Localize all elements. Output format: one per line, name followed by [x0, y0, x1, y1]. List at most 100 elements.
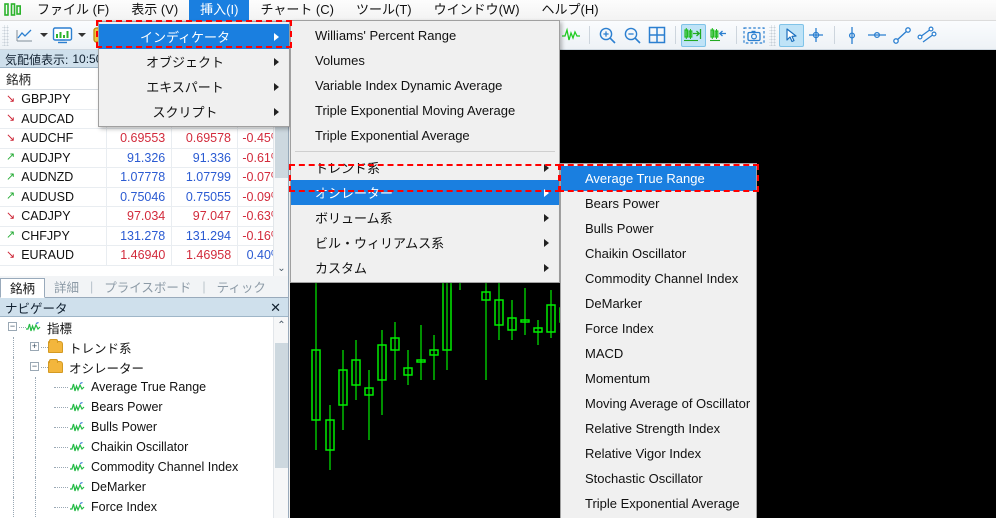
channel-icon[interactable]	[915, 24, 940, 47]
menu-item-label: Williams' Percent Range	[315, 28, 457, 43]
market-watch-dropdown-arrow[interactable]	[75, 24, 88, 47]
indicators-menu-item-10[interactable]: カスタム	[291, 255, 559, 280]
tree-item[interactable]: Bears Power	[0, 397, 288, 417]
indicators-menu-item-2[interactable]: Variable Index Dynamic Average	[291, 73, 559, 98]
menu-bar-item-1[interactable]: 表示 (V)	[120, 0, 189, 21]
submenu-arrow-icon	[271, 82, 281, 91]
indicators-menu-item-9[interactable]: ビル・ウィリアムス系	[291, 230, 559, 255]
oscillators-menu-item-5[interactable]: DeMarker	[561, 291, 756, 316]
zoom-out-icon[interactable]	[620, 24, 645, 47]
arrow-up-icon: ↗	[6, 170, 16, 183]
table-row[interactable]: ↘ AUDCHF 0.69553 0.69578 -0.45%	[0, 129, 288, 149]
tree-expander-slot	[52, 417, 68, 437]
auto-scroll-icon[interactable]	[706, 24, 731, 47]
tree-item[interactable]: − オシレーター	[0, 357, 288, 377]
tile-windows-icon[interactable]	[645, 24, 670, 47]
toolbar-separator	[588, 26, 590, 44]
menu-item-label: Moving Average of Oscillator	[585, 396, 751, 411]
column-header-symbol[interactable]: 銘柄	[0, 68, 107, 89]
menu-bar-item-5[interactable]: ウインドウ(W)	[423, 0, 531, 21]
menu-bar-item-6[interactable]: ヘルプ(H)	[531, 0, 610, 21]
menu-item-label: インディケータ	[139, 30, 231, 45]
oscillators-menu-item-11[interactable]: Relative Vigor Index	[561, 441, 756, 466]
chart-shift-icon[interactable]	[680, 23, 706, 47]
oscillators-menu-item-10[interactable]: Relative Strength Index	[561, 416, 756, 441]
scroll-down-arrow-icon[interactable]: ⌄	[274, 260, 289, 276]
toolbar-grip[interactable]	[768, 24, 776, 46]
candlestick	[520, 288, 530, 335]
tree-item[interactable]: Average True Range	[0, 377, 288, 397]
oscillators-menu-item-0[interactable]: Average True Range	[561, 166, 756, 191]
table-row[interactable]: ↗ AUDUSD 0.75046 0.75055 -0.09%	[0, 187, 288, 207]
scrollbar-thumb[interactable]	[275, 343, 288, 468]
tree-item[interactable]: Commodity Channel Index	[0, 457, 288, 477]
navigator-scrollbar[interactable]: ⌃	[273, 317, 288, 518]
tree-item[interactable]: + トレンド系	[0, 337, 288, 357]
indicators-icon[interactable]	[559, 24, 584, 47]
tab-0[interactable]: 銘柄	[0, 278, 46, 298]
menu-bar-item-4[interactable]: ツール(T)	[345, 0, 423, 21]
cell-bid: 91.326	[107, 148, 173, 167]
vertical-line-icon[interactable]	[840, 24, 865, 47]
table-row[interactable]: ↗ AUDJPY 91.326 91.336 -0.61%	[0, 148, 288, 168]
oscillators-menu-item-1[interactable]: Bears Power	[561, 191, 756, 216]
tree-item[interactable]: Chaikin Oscillator	[0, 437, 288, 457]
toolbar-grip[interactable]	[2, 24, 9, 46]
oscillators-menu-item-4[interactable]: Commodity Channel Index	[561, 266, 756, 291]
insert-menu-item-1[interactable]: オブジェクト	[99, 49, 289, 74]
indicators-menu-item-0[interactable]: Williams' Percent Range	[291, 23, 559, 48]
indicators-menu-item-4[interactable]: Triple Exponential Average	[291, 123, 559, 148]
oscillators-menu-item-13[interactable]: Triple Exponential Average	[561, 491, 756, 516]
menu-bar-item-0[interactable]: ファイル (F)	[26, 0, 120, 21]
oscillators-menu-item-9[interactable]: Moving Average of Oscillator	[561, 391, 756, 416]
oscillators-menu-item-12[interactable]: Stochastic Oscillator	[561, 466, 756, 491]
tree-expander-slot	[52, 437, 68, 457]
insert-menu-item-2[interactable]: エキスパート	[99, 74, 289, 99]
menu-bar-item-3[interactable]: チャート (C)	[249, 0, 345, 21]
tree-item[interactable]: Bulls Power	[0, 417, 288, 437]
oscillators-menu-item-7[interactable]: MACD	[561, 341, 756, 366]
table-row[interactable]: ↘ CADJPY 97.034 97.047 -0.63%	[0, 207, 288, 227]
indicators-menu-item-1[interactable]: Volumes	[291, 48, 559, 73]
tab-1[interactable]: 詳細	[45, 277, 88, 297]
indicators-menu-item-6[interactable]: トレンド系	[291, 155, 559, 180]
table-row[interactable]: ↘ EURAUD 1.46940 1.46958 0.40%	[0, 246, 288, 266]
folder-icon	[48, 359, 63, 373]
cursor-icon[interactable]	[778, 23, 804, 47]
symbol-label: AUDNZD	[21, 170, 74, 185]
table-row[interactable]: ↗ CHFJPY 131.278 131.294 -0.16%	[0, 226, 288, 246]
oscillators-menu-item-6[interactable]: Force Index	[561, 316, 756, 341]
menu-bar-item-2[interactable]: 挿入(I)	[189, 0, 250, 21]
new-chart-icon[interactable]	[12, 24, 37, 47]
tree-expander[interactable]: −	[30, 362, 39, 371]
indicators-menu-item-8[interactable]: ボリューム系	[291, 205, 559, 230]
close-icon[interactable]: ✕	[268, 301, 283, 314]
screenshot-icon[interactable]	[742, 24, 767, 47]
oscillators-menu-item-8[interactable]: Momentum	[561, 366, 756, 391]
indicators-menu-item-7[interactable]: オシレーター	[291, 180, 559, 205]
tree-item[interactable]: DeMarker	[0, 477, 288, 497]
trendline-icon[interactable]	[890, 24, 915, 47]
tab-2[interactable]: プライスボード	[95, 277, 200, 297]
tree-item[interactable]: − 指標	[0, 317, 288, 337]
arrow-down-icon: ↘	[6, 92, 16, 105]
tab-3[interactable]: ティック	[208, 277, 275, 297]
tree-expander[interactable]: +	[30, 342, 39, 351]
zoom-in-icon[interactable]	[595, 24, 620, 47]
tree-expander[interactable]: −	[8, 322, 17, 331]
cell-symbol: ↗ CHFJPY	[0, 226, 107, 245]
crosshair-icon[interactable]	[804, 24, 829, 47]
oscillators-menu-item-2[interactable]: Bulls Power	[561, 216, 756, 241]
insert-menu-item-3[interactable]: スクリプト	[99, 99, 289, 124]
oscillators-menu-item-3[interactable]: Chaikin Oscillator	[561, 241, 756, 266]
insert-menu-item-0[interactable]: インディケータ	[99, 24, 289, 49]
scroll-up-arrow-icon[interactable]: ⌃	[274, 317, 288, 333]
scrollbar-thumb[interactable]	[275, 118, 288, 178]
candlestick	[546, 290, 556, 338]
horizontal-line-icon[interactable]	[865, 24, 890, 47]
market-watch-icon[interactable]	[50, 24, 75, 47]
table-row[interactable]: ↗ AUDNZD 1.07778 1.07799 -0.07%	[0, 168, 288, 188]
indicators-menu-item-3[interactable]: Triple Exponential Moving Average	[291, 98, 559, 123]
tree-item[interactable]: Force Index	[0, 497, 288, 517]
new-chart-dropdown-arrow[interactable]	[37, 24, 50, 47]
